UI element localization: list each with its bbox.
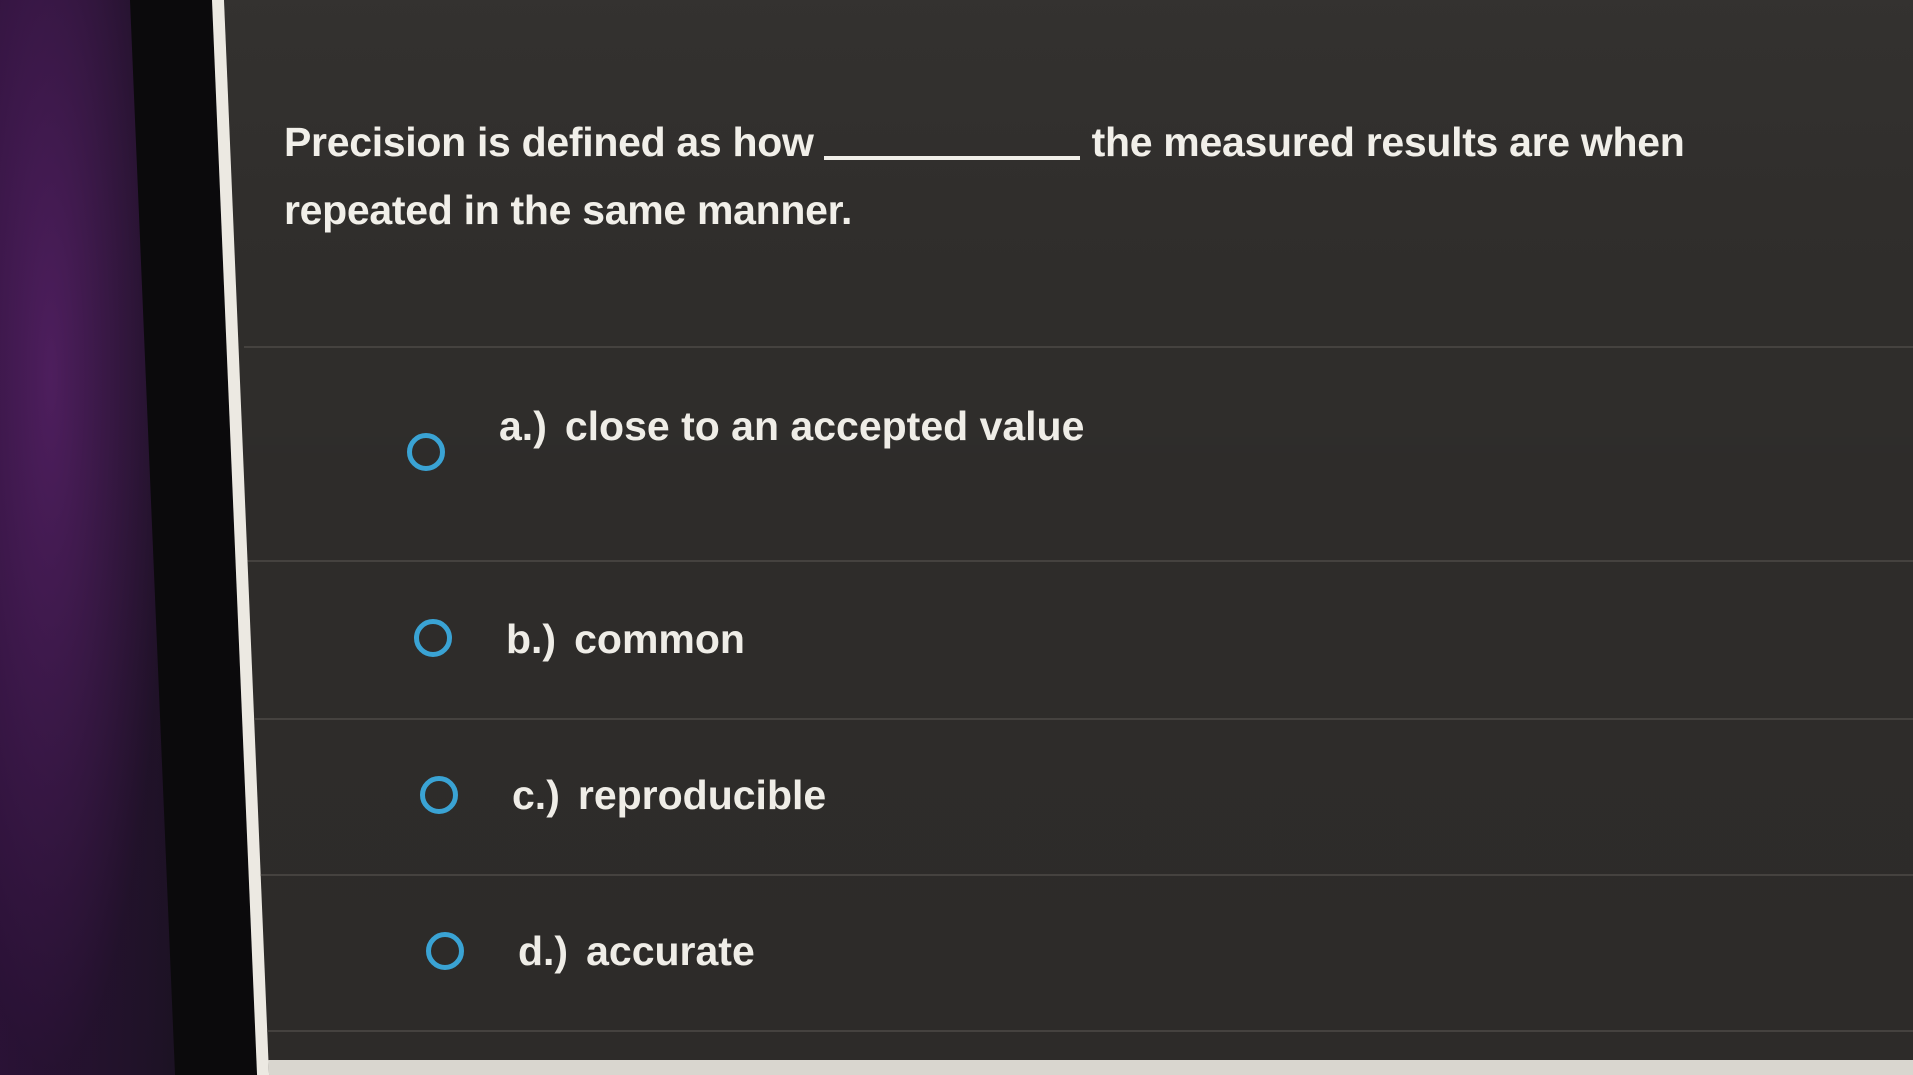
option-a-label[interactable]: a.) close to an accepted value [499, 403, 1084, 450]
photo-scene: Precision is defined as how the measured … [0, 0, 1913, 1075]
option-c[interactable]: c.) reproducible [244, 720, 1913, 874]
option-text: accurate [586, 928, 755, 974]
option-letter: b.) [506, 616, 557, 662]
radio-unselected-icon[interactable] [414, 619, 452, 657]
quiz-content: Precision is defined as how the measured … [224, 0, 1913, 1075]
option-d[interactable]: d.) accurate [244, 876, 1913, 1030]
option-letter: c.) [512, 772, 560, 818]
question-part-1: Precision is defined as how [284, 119, 814, 165]
option-text: close to an accepted value [564, 403, 1085, 449]
quiz-panel: Precision is defined as how the measured … [212, 0, 1913, 1075]
option-d-label[interactable]: d.) accurate [518, 928, 755, 975]
radio-unselected-icon[interactable] [426, 932, 464, 970]
option-text: reproducible [577, 772, 827, 818]
option-b-label[interactable]: b.) common [506, 616, 745, 663]
option-text: common [574, 616, 745, 662]
option-c-label[interactable]: c.) reproducible [512, 772, 826, 819]
radio-unselected-icon[interactable] [420, 776, 458, 814]
fill-in-blank [823, 156, 1080, 160]
option-a[interactable]: a.) close to an accepted value [244, 348, 1913, 560]
radio-unselected-icon[interactable] [407, 433, 445, 471]
divider [244, 1030, 1913, 1032]
option-letter: d.) [518, 928, 569, 974]
panel-bottom-edge [244, 1060, 1913, 1075]
option-b[interactable]: b.) common [244, 562, 1913, 718]
option-letter: a.) [499, 403, 547, 449]
question-text: Precision is defined as how the measured … [284, 108, 1844, 244]
